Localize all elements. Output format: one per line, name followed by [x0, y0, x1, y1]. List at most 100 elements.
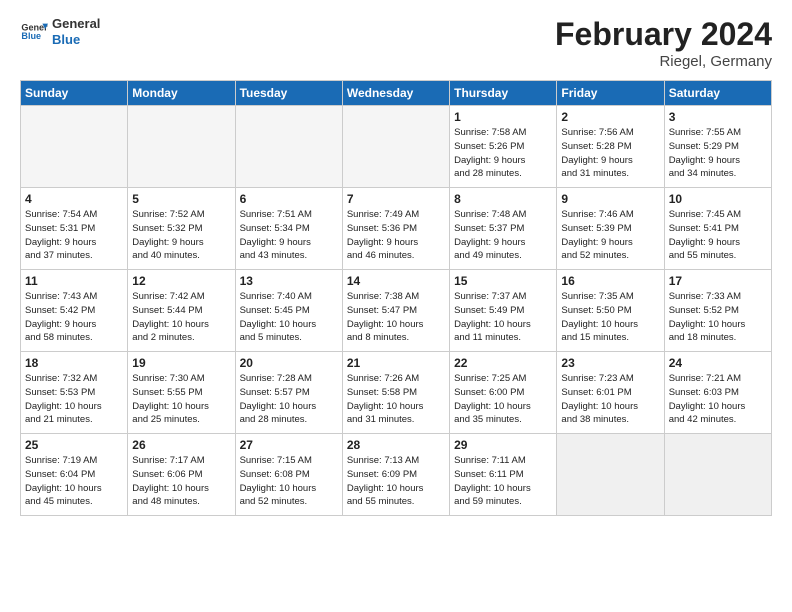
day-number: 7 [347, 192, 445, 206]
logo-general: General [52, 16, 100, 32]
day-info: Sunrise: 7:45 AM Sunset: 5:41 PM Dayligh… [669, 208, 767, 263]
day-info: Sunrise: 7:15 AM Sunset: 6:08 PM Dayligh… [240, 454, 338, 509]
day-cell: 4 Sunrise: 7:54 AM Sunset: 5:31 PM Daylig… [21, 188, 128, 270]
day-number: 4 [25, 192, 123, 206]
day-info: Sunrise: 7:38 AM Sunset: 5:47 PM Dayligh… [347, 290, 445, 345]
day-number: 19 [132, 356, 230, 370]
day-info: Sunrise: 7:11 AM Sunset: 6:11 PM Dayligh… [454, 454, 552, 509]
day-cell: 11 Sunrise: 7:43 AM Sunset: 5:42 PM Dayli… [21, 270, 128, 352]
day-number: 20 [240, 356, 338, 370]
day-number: 8 [454, 192, 552, 206]
day-number: 15 [454, 274, 552, 288]
title-block: February 2024 Riegel, Germany [555, 16, 772, 70]
day-number: 13 [240, 274, 338, 288]
day-info: Sunrise: 7:56 AM Sunset: 5:28 PM Dayligh… [561, 126, 659, 181]
day-number: 12 [132, 274, 230, 288]
logo-blue: Blue [52, 32, 100, 48]
day-number: 1 [454, 110, 552, 124]
day-number: 22 [454, 356, 552, 370]
day-info: Sunrise: 7:49 AM Sunset: 5:36 PM Dayligh… [347, 208, 445, 263]
header-row: SundayMondayTuesdayWednesdayThursdayFrid… [21, 81, 772, 106]
day-cell: 12Sunrise: 7:42 AM Sunset: 5:44 PM Dayli… [128, 270, 235, 352]
day-info: Sunrise: 7:54 AM Sunset: 5:31 PM Dayligh… [25, 208, 123, 263]
day-cell [664, 434, 771, 516]
day-number: 10 [669, 192, 767, 206]
day-cell [128, 106, 235, 188]
week-row-3: 11 Sunrise: 7:43 AM Sunset: 5:42 PM Dayli… [21, 270, 772, 352]
day-cell: 22 Sunrise: 7:25 AM Sunset: 6:00 PM Dayli… [450, 352, 557, 434]
day-number: 3 [669, 110, 767, 124]
day-cell: 19Sunrise: 7:30 AM Sunset: 5:55 PM Dayli… [128, 352, 235, 434]
day-cell: 25Sunrise: 7:19 AM Sunset: 6:04 PM Dayli… [21, 434, 128, 516]
day-cell [342, 106, 449, 188]
day-info: Sunrise: 7:13 AM Sunset: 6:09 PM Dayligh… [347, 454, 445, 509]
day-number: 11 [25, 274, 123, 288]
day-cell: 21Sunrise: 7:26 AM Sunset: 5:58 PM Dayli… [342, 352, 449, 434]
day-cell: 10 Sunrise: 7:45 AM Sunset: 5:41 PM Dayli… [664, 188, 771, 270]
day-info: Sunrise: 7:23 AM Sunset: 6:01 PM Dayligh… [561, 372, 659, 427]
day-number: 23 [561, 356, 659, 370]
day-cell [21, 106, 128, 188]
day-info: Sunrise: 7:48 AM Sunset: 5:37 PM Dayligh… [454, 208, 552, 263]
day-number: 29 [454, 438, 552, 452]
day-cell: 23 Sunrise: 7:23 AM Sunset: 6:01 PM Dayli… [557, 352, 664, 434]
week-row-5: 25Sunrise: 7:19 AM Sunset: 6:04 PM Dayli… [21, 434, 772, 516]
day-header-thursday: Thursday [450, 81, 557, 106]
day-info: Sunrise: 7:35 AM Sunset: 5:50 PM Dayligh… [561, 290, 659, 345]
day-cell: 13 Sunrise: 7:40 AM Sunset: 5:45 PM Dayli… [235, 270, 342, 352]
day-header-tuesday: Tuesday [235, 81, 342, 106]
day-header-wednesday: Wednesday [342, 81, 449, 106]
day-header-monday: Monday [128, 81, 235, 106]
day-number: 17 [669, 274, 767, 288]
calendar-table: SundayMondayTuesdayWednesdayThursdayFrid… [20, 80, 772, 516]
day-info: Sunrise: 7:37 AM Sunset: 5:49 PM Dayligh… [454, 290, 552, 345]
day-info: Sunrise: 7:17 AM Sunset: 6:06 PM Dayligh… [132, 454, 230, 509]
day-info: Sunrise: 7:40 AM Sunset: 5:45 PM Dayligh… [240, 290, 338, 345]
day-number: 9 [561, 192, 659, 206]
header: General Blue General Blue February 2024 … [20, 16, 772, 70]
day-info: Sunrise: 7:33 AM Sunset: 5:52 PM Dayligh… [669, 290, 767, 345]
day-cell: 9Sunrise: 7:46 AM Sunset: 5:39 PM Daylig… [557, 188, 664, 270]
day-info: Sunrise: 7:21 AM Sunset: 6:03 PM Dayligh… [669, 372, 767, 427]
main-title: February 2024 [555, 16, 772, 53]
day-info: Sunrise: 7:51 AM Sunset: 5:34 PM Dayligh… [240, 208, 338, 263]
day-info: Sunrise: 7:32 AM Sunset: 5:53 PM Dayligh… [25, 372, 123, 427]
day-header-friday: Friday [557, 81, 664, 106]
svg-text:Blue: Blue [21, 31, 41, 41]
day-cell: 24Sunrise: 7:21 AM Sunset: 6:03 PM Dayli… [664, 352, 771, 434]
week-row-2: 4 Sunrise: 7:54 AM Sunset: 5:31 PM Daylig… [21, 188, 772, 270]
day-cell: 26 Sunrise: 7:17 AM Sunset: 6:06 PM Dayli… [128, 434, 235, 516]
day-number: 6 [240, 192, 338, 206]
day-cell: 28 Sunrise: 7:13 AM Sunset: 6:09 PM Dayli… [342, 434, 449, 516]
day-cell: 6 Sunrise: 7:51 AM Sunset: 5:34 PM Daylig… [235, 188, 342, 270]
day-info: Sunrise: 7:25 AM Sunset: 6:00 PM Dayligh… [454, 372, 552, 427]
day-number: 21 [347, 356, 445, 370]
day-number: 28 [347, 438, 445, 452]
day-cell: 14Sunrise: 7:38 AM Sunset: 5:47 PM Dayli… [342, 270, 449, 352]
day-cell: 20 Sunrise: 7:28 AM Sunset: 5:57 PM Dayli… [235, 352, 342, 434]
day-info: Sunrise: 7:52 AM Sunset: 5:32 PM Dayligh… [132, 208, 230, 263]
day-cell [557, 434, 664, 516]
day-info: Sunrise: 7:43 AM Sunset: 5:42 PM Dayligh… [25, 290, 123, 345]
day-cell: 7 Sunrise: 7:49 AM Sunset: 5:36 PM Daylig… [342, 188, 449, 270]
day-header-sunday: Sunday [21, 81, 128, 106]
day-cell: 27 Sunrise: 7:15 AM Sunset: 6:08 PM Dayli… [235, 434, 342, 516]
day-number: 27 [240, 438, 338, 452]
day-cell: 17 Sunrise: 7:33 AM Sunset: 5:52 PM Dayli… [664, 270, 771, 352]
subtitle: Riegel, Germany [555, 53, 772, 70]
day-cell: 18 Sunrise: 7:32 AM Sunset: 5:53 PM Dayli… [21, 352, 128, 434]
day-cell: 15 Sunrise: 7:37 AM Sunset: 5:49 PM Dayli… [450, 270, 557, 352]
day-cell [235, 106, 342, 188]
page: General Blue General Blue February 2024 … [0, 0, 792, 526]
day-number: 5 [132, 192, 230, 206]
day-cell: 8 Sunrise: 7:48 AM Sunset: 5:37 PM Daylig… [450, 188, 557, 270]
day-cell: 16Sunrise: 7:35 AM Sunset: 5:50 PM Dayli… [557, 270, 664, 352]
day-cell: 29 Sunrise: 7:11 AM Sunset: 6:11 PM Dayli… [450, 434, 557, 516]
day-cell: 5 Sunrise: 7:52 AM Sunset: 5:32 PM Daylig… [128, 188, 235, 270]
day-cell: 2Sunrise: 7:56 AM Sunset: 5:28 PM Daylig… [557, 106, 664, 188]
day-number: 18 [25, 356, 123, 370]
day-number: 26 [132, 438, 230, 452]
day-number: 25 [25, 438, 123, 452]
day-info: Sunrise: 7:28 AM Sunset: 5:57 PM Dayligh… [240, 372, 338, 427]
day-info: Sunrise: 7:55 AM Sunset: 5:29 PM Dayligh… [669, 126, 767, 181]
